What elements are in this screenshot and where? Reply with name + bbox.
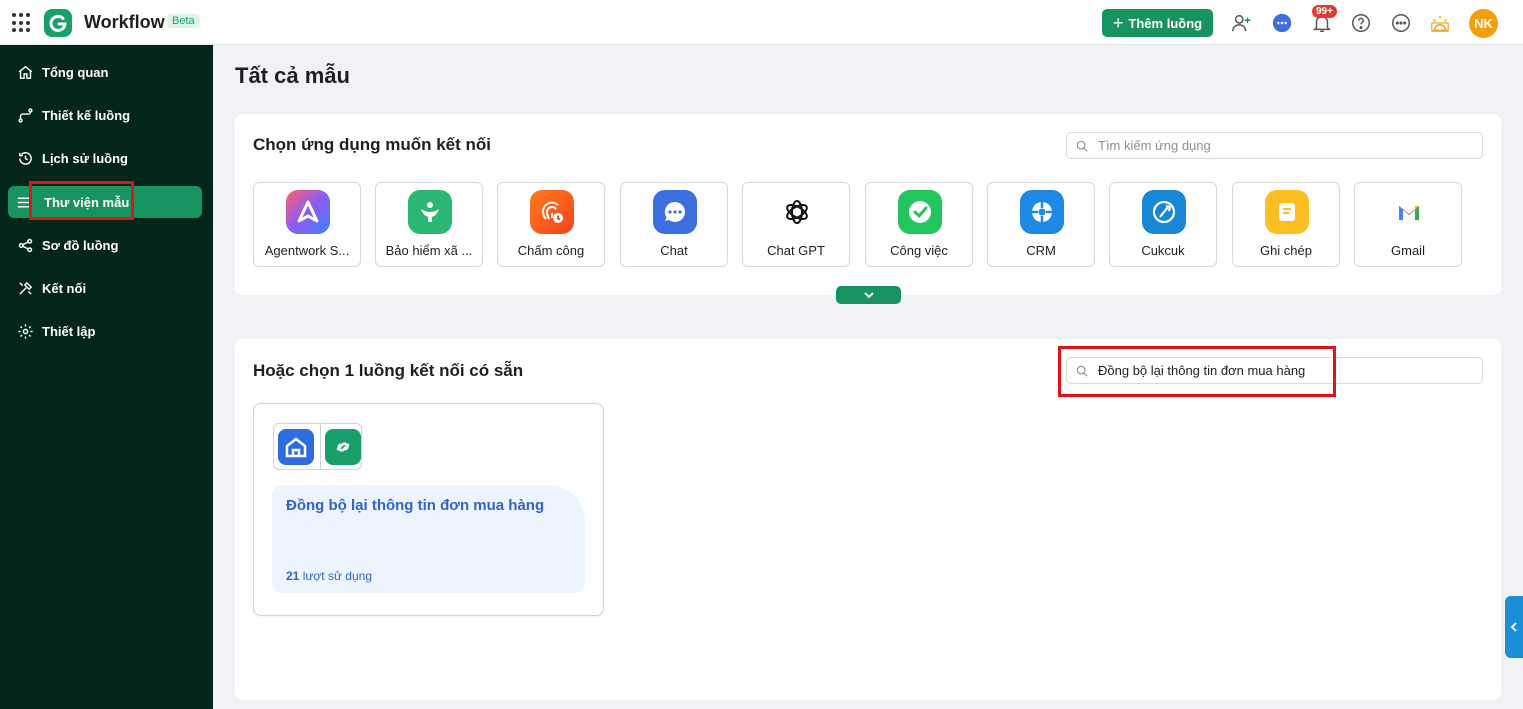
workflow-logo-icon bbox=[44, 9, 72, 37]
gmail-icon bbox=[1387, 190, 1431, 234]
app-tile-insurance[interactable]: Bảo hiểm xã ... bbox=[375, 182, 483, 267]
add-user-icon[interactable] bbox=[1230, 11, 1254, 35]
flow-usage-label: lượt sử dụng bbox=[302, 569, 373, 583]
timekeeping-icon bbox=[530, 190, 574, 234]
tools-icon bbox=[16, 279, 34, 297]
house-app-icon bbox=[278, 428, 314, 465]
chat-bubble-icon[interactable] bbox=[1270, 11, 1294, 35]
app-tile-agentwork[interactable]: Agentwork S... bbox=[253, 182, 361, 267]
highlight-box-sidebar bbox=[29, 181, 134, 220]
sidebar-item-label: Thiết kế luồng bbox=[42, 107, 131, 123]
share-nodes-icon bbox=[16, 236, 34, 254]
chat-icon bbox=[653, 190, 697, 234]
cukcuk-icon bbox=[1142, 190, 1186, 234]
help-icon[interactable] bbox=[1349, 11, 1373, 35]
task-icon bbox=[898, 190, 942, 234]
app-tile-label: Chat GPT bbox=[767, 243, 825, 258]
sidebar-item-label: Sơ đồ luồng bbox=[42, 237, 119, 253]
app-tile-label: Gmail bbox=[1391, 243, 1425, 258]
app-tile-label: CRM bbox=[1026, 243, 1056, 258]
flow-template-card[interactable]: Đồng bộ lại thông tin đơn mua hàng 21 lư… bbox=[253, 403, 604, 616]
app-tile-notes[interactable]: Ghi chép bbox=[1232, 182, 1340, 267]
flow-name: Đồng bộ lại thông tin đơn mua hàng bbox=[286, 497, 545, 514]
beta-badge: Beta bbox=[167, 14, 200, 28]
chevron-down-icon bbox=[863, 292, 874, 299]
app-tile-label: Ghi chép bbox=[1259, 243, 1313, 258]
agentwork-icon bbox=[286, 190, 330, 234]
top-bar: Workflow Beta + Thêm luồng 99+ NK bbox=[0, 0, 1523, 45]
app-tile-chat[interactable]: Chat bbox=[620, 182, 728, 267]
app-title: Workflow bbox=[84, 12, 165, 32]
app-tile-label: Công việc bbox=[890, 243, 948, 258]
expand-apps-button[interactable] bbox=[836, 286, 901, 304]
search-icon bbox=[1076, 140, 1088, 152]
app-tile-chatgpt[interactable]: Chat GPT bbox=[742, 182, 850, 267]
app-tile-crm[interactable]: CRM bbox=[987, 182, 1095, 267]
sunrise-icon[interactable] bbox=[1428, 11, 1452, 35]
sidebar-item-history[interactable]: Lịch sử luồng bbox=[8, 142, 202, 174]
gear-icon bbox=[16, 322, 34, 340]
app-tile-gmail[interactable]: Gmail bbox=[1354, 182, 1462, 267]
app-search-field[interactable] bbox=[1066, 132, 1483, 159]
sidebar-item-label: Tổng quan bbox=[42, 64, 109, 80]
more-options-icon[interactable] bbox=[1389, 11, 1413, 35]
sidebar-item-settings[interactable]: Thiết lập bbox=[8, 315, 202, 347]
apps-grid-icon[interactable] bbox=[12, 13, 32, 33]
highlight-box-search bbox=[1058, 346, 1336, 397]
add-flow-button[interactable]: + Thêm luồng bbox=[1102, 9, 1213, 37]
sidebar-item-label: Thiết lập bbox=[42, 323, 96, 339]
sidebar: Tổng quan Thiết kế luồng Lịch sử luồng T… bbox=[0, 45, 213, 709]
page-title: Tất cả mẫu bbox=[235, 63, 350, 88]
flow-info-panel: Đồng bộ lại thông tin đơn mua hàng 21 lư… bbox=[272, 485, 585, 593]
flow-usage-count: 21 bbox=[286, 569, 300, 583]
app-tile-timekeeping[interactable]: Chấm công bbox=[497, 182, 605, 267]
flow-usage: 21 lượt sử dụng bbox=[286, 569, 372, 583]
app-tile-label: Chấm công bbox=[517, 243, 585, 258]
add-flow-label: Thêm luồng bbox=[1128, 15, 1203, 31]
chevron-left-icon bbox=[1510, 622, 1517, 632]
app-tile-cukcuk[interactable]: Cukcuk bbox=[1109, 182, 1217, 267]
app-tile-label: Chat bbox=[660, 243, 688, 258]
app-search-input[interactable] bbox=[1098, 138, 1398, 153]
app-tile-label: Bảo hiểm xã ... bbox=[385, 243, 473, 258]
app-tile-tasks[interactable]: Công việc bbox=[865, 182, 973, 267]
sidebar-item-overview[interactable]: Tổng quan bbox=[8, 56, 202, 88]
flow-app-icons bbox=[273, 423, 362, 470]
sidebar-item-connections[interactable]: Kết nối bbox=[8, 272, 202, 304]
crm-icon bbox=[1020, 190, 1064, 234]
insurance-icon bbox=[408, 190, 452, 234]
chatgpt-icon bbox=[775, 190, 819, 234]
sidebar-item-flow-map[interactable]: Sơ đồ luồng bbox=[8, 229, 202, 261]
notes-icon bbox=[1265, 190, 1309, 234]
sidebar-item-label: Kết nối bbox=[42, 280, 87, 296]
flow-design-icon bbox=[16, 106, 34, 124]
plus-icon: + bbox=[1112, 13, 1124, 33]
flows-section-title: Hoặc chọn 1 luồng kết nối có sẵn bbox=[253, 361, 524, 380]
side-panel-toggle[interactable] bbox=[1505, 596, 1523, 658]
app-tile-label: Agentwork S... bbox=[264, 243, 350, 258]
link-app-icon bbox=[325, 428, 361, 465]
avatar[interactable]: NK bbox=[1469, 9, 1498, 38]
history-icon bbox=[16, 149, 34, 167]
sidebar-item-flow-design[interactable]: Thiết kế luồng bbox=[8, 99, 202, 131]
apps-section-title: Chọn ứng dụng muốn kết nối bbox=[253, 135, 491, 154]
app-tile-label: Cukcuk bbox=[1141, 243, 1185, 258]
notification-badge: 99+ bbox=[1312, 5, 1337, 18]
sidebar-item-label: Lịch sử luồng bbox=[42, 150, 128, 166]
home-icon bbox=[16, 63, 34, 81]
